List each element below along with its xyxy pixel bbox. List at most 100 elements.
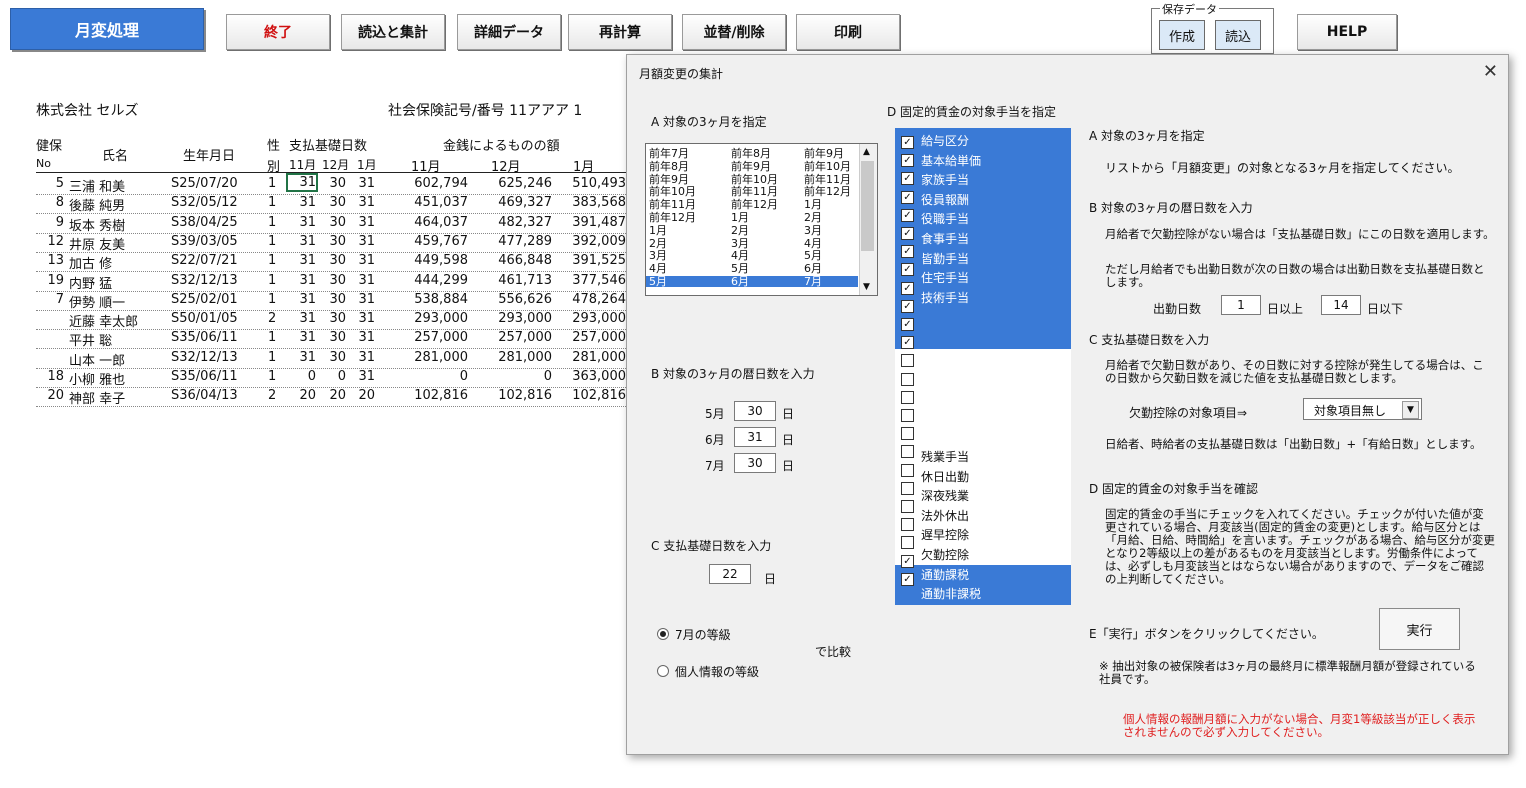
row-days-11[interactable]: 31 bbox=[288, 330, 316, 345]
create-button[interactable]: 作成 bbox=[1159, 20, 1205, 50]
row-name[interactable]: 伊勢 順一 bbox=[69, 292, 169, 311]
row-amount-11[interactable]: 459,767 bbox=[396, 234, 468, 249]
row-amount-11[interactable]: 451,037 bbox=[396, 195, 468, 210]
load-aggregate-button[interactable]: 読込と集計 bbox=[341, 14, 445, 50]
row-days-1[interactable]: 31 bbox=[353, 330, 375, 345]
allowance-checkbox[interactable]: ✓ bbox=[901, 263, 914, 277]
row-amount-12[interactable]: 477,289 bbox=[476, 234, 552, 249]
month-range-option[interactable]: 前年11月 前年12月 1月 bbox=[646, 199, 858, 210]
row-days-12[interactable]: 30 bbox=[322, 292, 346, 307]
row-amount-11[interactable]: 449,598 bbox=[396, 253, 468, 268]
allowance-checkbox[interactable]: ✓ bbox=[901, 281, 914, 295]
row-amount-1[interactable]: 257,000 bbox=[556, 330, 626, 345]
row-name[interactable]: 坂本 秀樹 bbox=[69, 215, 169, 234]
row-amount-11[interactable]: 102,816 bbox=[396, 388, 468, 403]
row-sex[interactable]: 1 bbox=[268, 330, 280, 345]
row-days-11[interactable]: 0 bbox=[288, 369, 316, 384]
row-amount-11[interactable]: 0 bbox=[396, 369, 468, 384]
row-days-1[interactable]: 31 bbox=[353, 176, 375, 191]
row-amount-1[interactable]: 392,009 bbox=[556, 234, 626, 249]
row-days-1[interactable]: 31 bbox=[353, 195, 375, 210]
row-amount-11[interactable]: 538,884 bbox=[396, 292, 468, 307]
max-days-input[interactable]: 14 bbox=[1321, 295, 1361, 315]
row-days-11[interactable]: 31 bbox=[288, 311, 316, 326]
row-amount-1[interactable]: 377,546 bbox=[556, 273, 626, 288]
row-birth[interactable]: S32/12/13 bbox=[171, 273, 261, 288]
row-name[interactable]: 三浦 和美 bbox=[69, 176, 169, 195]
row-name[interactable]: 後藤 純男 bbox=[69, 195, 169, 214]
row-amount-12[interactable]: 556,626 bbox=[476, 292, 552, 307]
allowance-checkbox[interactable]: ✓ bbox=[901, 208, 914, 222]
row-days-1[interactable]: 31 bbox=[353, 273, 375, 288]
row-sex[interactable]: 1 bbox=[268, 350, 280, 365]
row-days-11[interactable]: 31 bbox=[288, 253, 316, 268]
row-sex[interactable]: 1 bbox=[268, 369, 280, 384]
row-sex[interactable]: 1 bbox=[268, 273, 280, 288]
month-range-option[interactable]: 4月 5月 6月 bbox=[646, 263, 858, 274]
row-days-12[interactable]: 30 bbox=[322, 195, 346, 210]
row-birth[interactable]: S39/03/05 bbox=[171, 234, 261, 249]
row-sex[interactable]: 1 bbox=[268, 176, 280, 191]
radio-personal-grade[interactable] bbox=[657, 665, 669, 677]
row-days-1[interactable]: 20 bbox=[353, 388, 375, 403]
min-days-input[interactable]: 1 bbox=[1221, 295, 1261, 315]
close-icon[interactable]: ✕ bbox=[1483, 61, 1498, 82]
allowance-checkbox[interactable]: ✓ bbox=[901, 299, 914, 313]
row-amount-1[interactable]: 391,525 bbox=[556, 253, 626, 268]
row-amount-12[interactable]: 466,848 bbox=[476, 253, 552, 268]
row-days-12[interactable]: 20 bbox=[322, 388, 346, 403]
b-days-input[interactable]: 30 bbox=[734, 453, 776, 473]
row-name[interactable]: 加古 修 bbox=[69, 253, 169, 272]
row-no[interactable]: 8 bbox=[36, 195, 64, 210]
row-birth[interactable]: S35/06/11 bbox=[171, 369, 261, 384]
row-name[interactable]: 井原 友美 bbox=[69, 234, 169, 253]
month-range-option[interactable]: 1月 2月 3月 bbox=[646, 225, 858, 236]
row-amount-11[interactable]: 257,000 bbox=[396, 330, 468, 345]
row-name[interactable]: 神部 幸子 bbox=[69, 388, 169, 407]
allowance-checkbox[interactable] bbox=[901, 536, 914, 550]
row-days-12[interactable]: 30 bbox=[322, 234, 346, 249]
row-days-12[interactable]: 30 bbox=[322, 253, 346, 268]
allowance-checkbox[interactable] bbox=[901, 390, 914, 404]
row-amount-12[interactable]: 293,000 bbox=[476, 311, 552, 326]
row-no[interactable]: 12 bbox=[36, 234, 64, 249]
row-amount-1[interactable]: 510,493 bbox=[556, 176, 626, 191]
allowance-checkbox[interactable] bbox=[901, 372, 914, 386]
row-amount-1[interactable]: 383,568 bbox=[556, 195, 626, 210]
row-no[interactable]: 18 bbox=[36, 369, 64, 384]
row-amount-12[interactable]: 625,246 bbox=[476, 176, 552, 191]
row-amount-12[interactable]: 482,327 bbox=[476, 215, 552, 230]
row-amount-1[interactable]: 281,000 bbox=[556, 350, 626, 365]
row-birth[interactable]: S50/01/05 bbox=[171, 311, 261, 326]
row-sex[interactable]: 1 bbox=[268, 215, 280, 230]
allowance-checkbox[interactable]: ✓ bbox=[901, 554, 914, 568]
row-birth[interactable]: S32/05/12 bbox=[171, 195, 261, 210]
month-range-option[interactable]: 前年12月 1月 2月 bbox=[646, 212, 858, 223]
row-no[interactable]: 19 bbox=[36, 273, 64, 288]
row-no[interactable]: 13 bbox=[36, 253, 64, 268]
scroll-down-icon[interactable]: ▼ bbox=[863, 282, 870, 293]
row-sex[interactable]: 2 bbox=[268, 311, 280, 326]
row-no[interactable]: 9 bbox=[36, 215, 64, 230]
allowance-checkbox[interactable]: ✓ bbox=[901, 190, 914, 204]
row-no[interactable]: 5 bbox=[36, 176, 64, 191]
b-days-input[interactable]: 30 bbox=[734, 401, 776, 421]
row-days-12[interactable]: 30 bbox=[322, 311, 346, 326]
row-no[interactable]: 7 bbox=[36, 292, 64, 307]
allowance-checkbox[interactable]: ✓ bbox=[901, 172, 914, 186]
row-days-1[interactable]: 31 bbox=[353, 369, 375, 384]
allowance-checkbox[interactable] bbox=[901, 500, 914, 513]
row-sex[interactable]: 1 bbox=[268, 234, 280, 249]
detail-data-button[interactable]: 詳細データ bbox=[457, 14, 561, 50]
row-amount-12[interactable]: 257,000 bbox=[476, 330, 552, 345]
sort-delete-button[interactable]: 並替/削除 bbox=[682, 14, 786, 50]
allowance-checkbox[interactable] bbox=[901, 427, 914, 441]
row-name[interactable]: 小柳 雅也 bbox=[69, 369, 169, 388]
recalc-button[interactable]: 再計算 bbox=[568, 14, 672, 50]
row-amount-12[interactable]: 469,327 bbox=[476, 195, 552, 210]
row-days-11[interactable]: 20 bbox=[288, 388, 316, 403]
row-sex[interactable]: 2 bbox=[268, 388, 280, 403]
listbox-scrollbar[interactable]: ▲ ▼ bbox=[859, 144, 877, 295]
row-amount-11[interactable]: 464,037 bbox=[396, 215, 468, 230]
allowance-checkbox[interactable]: ✓ bbox=[901, 136, 914, 149]
